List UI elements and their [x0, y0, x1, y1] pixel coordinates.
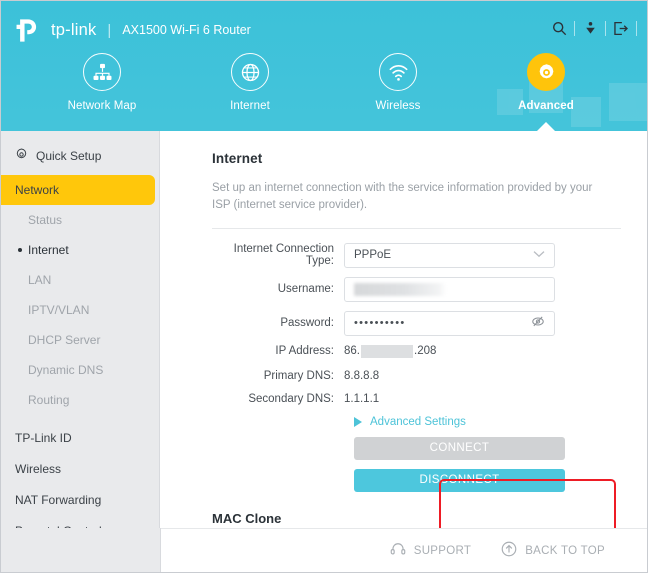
- username-input[interactable]: [344, 276, 555, 302]
- primary-dns-label: Primary DNS:: [263, 369, 334, 382]
- sidebar-item-internet[interactable]: Internet: [1, 235, 159, 265]
- sidebar-item-iptv-vlan[interactable]: IPTV/VLAN: [1, 295, 159, 325]
- sidebar-item-routing[interactable]: Routing: [1, 385, 159, 415]
- advanced-settings-label: Advanced Settings: [370, 415, 466, 428]
- arrow-up-circle-icon: [501, 541, 517, 560]
- sidebar-label: Status: [28, 213, 63, 227]
- brand-name: tp-link: [51, 21, 97, 40]
- divider: [212, 227, 621, 229]
- sidebar-item-wireless[interactable]: Wireless: [1, 453, 159, 484]
- support-button[interactable]: SUPPORT: [390, 542, 471, 559]
- page-title: Internet: [212, 151, 263, 166]
- secondary-dns-value: 1.1.1.1: [344, 392, 380, 405]
- form-row-primary-dns: Primary DNS: 8.8.8.8: [212, 370, 621, 382]
- sidebar-label: Dynamic DNS: [28, 363, 104, 377]
- nav-label: Wireless: [375, 100, 421, 112]
- secondary-dns-label: Secondary DNS:: [248, 392, 334, 405]
- sidebar-item-nat-forwarding[interactable]: NAT Forwarding: [1, 484, 159, 515]
- support-label: SUPPORT: [413, 544, 472, 557]
- app-header: tp-link | AX1500 Wi-Fi 6 Router Network …: [1, 1, 647, 133]
- sidebar-item-lan[interactable]: LAN: [1, 265, 159, 295]
- nav-item-advanced[interactable]: Advanced: [498, 53, 594, 133]
- sidebar-footer-filler: [1, 528, 161, 572]
- main-content: Internet Set up an internet connection w…: [160, 131, 647, 572]
- logout-icon[interactable]: [606, 15, 636, 41]
- nav-item-network-map[interactable]: Network Map: [54, 53, 150, 112]
- sidebar-item-dynamic-dns[interactable]: Dynamic DNS: [1, 355, 159, 385]
- chevron-down-icon: [533, 249, 545, 261]
- brand-separator: |: [107, 22, 112, 39]
- search-icon[interactable]: [544, 15, 574, 41]
- disconnect-button[interactable]: DISCONNECT: [354, 468, 565, 492]
- sidebar-item-status[interactable]: Status: [1, 205, 159, 235]
- sidebar-separator: [1, 415, 159, 422]
- header-icon-group: [544, 15, 637, 41]
- redacted-username: [354, 282, 446, 296]
- mac-clone-title: MAC Clone: [212, 510, 282, 526]
- back-to-top-button[interactable]: BACK TO TOP: [501, 541, 605, 560]
- sidebar-label: Internet: [28, 243, 69, 257]
- connection-type-value: PPPoE: [354, 249, 392, 261]
- nav-item-internet[interactable]: Internet: [202, 53, 298, 112]
- connect-button[interactable]: CONNECT: [354, 436, 565, 460]
- triangle-right-icon: [354, 416, 362, 427]
- form-row-connection-type: Internet Connection Type: PPPoE: [212, 242, 621, 268]
- main-nav: Network Map Internet Wireless Advanced: [1, 53, 647, 133]
- ip-address-label: IP Address:: [275, 345, 334, 357]
- sidebar-label: Routing: [28, 393, 70, 407]
- sidebar-label: DHCP Server: [28, 333, 101, 347]
- connection-type-select[interactable]: PPPoE: [344, 242, 555, 268]
- header-divider: [636, 20, 637, 36]
- sidebar-label: Network: [15, 183, 60, 197]
- form-row-password: Password: ••••••••••: [212, 310, 621, 336]
- quick-setup-icon: [15, 148, 28, 164]
- username-label: Username:: [277, 283, 334, 295]
- form-row-secondary-dns: Secondary DNS: 1.1.1.1: [212, 393, 621, 405]
- nav-item-wireless[interactable]: Wireless: [350, 53, 446, 112]
- sidebar-item-quick-setup[interactable]: Quick Setup: [1, 141, 159, 171]
- form-row-username: Username:: [212, 276, 621, 302]
- sidebar-label: Quick Setup: [36, 149, 102, 163]
- network-map-icon: [83, 53, 121, 91]
- redacted-ip-octets: [361, 344, 413, 358]
- sidebar-label: IPTV/VLAN: [28, 303, 90, 317]
- password-value: ••••••••••: [354, 317, 406, 329]
- sidebar-label: Wireless: [15, 461, 62, 476]
- app-body: Quick Setup Network Status Internet LAN …: [1, 131, 647, 572]
- eye-off-icon[interactable]: [531, 316, 545, 331]
- headset-icon: [390, 542, 406, 559]
- dns-section: Primary DNS: 8.8.8.8 Secondary DNS: 1.1.…: [212, 370, 621, 405]
- page-description: Set up an internet connection with the s…: [212, 182, 593, 212]
- form-row-ip-address: IP Address: 86. .208: [212, 344, 621, 358]
- download-icon[interactable]: [575, 15, 605, 41]
- gear-icon: [527, 53, 565, 91]
- device-model: AX1500 Wi-Fi 6 Router: [122, 23, 251, 38]
- sidebar-item-tp-link-id[interactable]: TP-Link ID: [1, 422, 159, 453]
- nav-label: Advanced: [518, 100, 574, 112]
- wifi-icon: [379, 53, 417, 91]
- globe-icon: [231, 53, 269, 91]
- connection-type-label: Internet Connection Type:: [233, 243, 334, 267]
- back-to-top-label: BACK TO TOP: [525, 544, 605, 557]
- brand: tp-link | AX1500 Wi-Fi 6 Router: [15, 17, 251, 44]
- password-label: Password:: [280, 317, 334, 329]
- router-admin-window: tp-link | AX1500 Wi-Fi 6 Router Network …: [0, 0, 648, 573]
- password-input[interactable]: ••••••••••: [344, 310, 555, 336]
- sidebar: Quick Setup Network Status Internet LAN …: [1, 131, 160, 572]
- nav-label: Network Map: [67, 100, 137, 112]
- ip-suffix: .208: [414, 345, 437, 357]
- advanced-settings-toggle[interactable]: Advanced Settings: [354, 416, 466, 428]
- tp-link-logo-icon: [15, 17, 42, 44]
- primary-dns-value: 8.8.8.8: [344, 369, 380, 382]
- sidebar-label: NAT Forwarding: [15, 492, 102, 507]
- sidebar-group-network[interactable]: Network: [1, 175, 155, 205]
- nav-label: Internet: [230, 100, 270, 112]
- ip-prefix: 86.: [344, 345, 360, 357]
- sidebar-item-dhcp-server[interactable]: DHCP Server: [1, 325, 159, 355]
- sidebar-label: LAN: [28, 273, 52, 287]
- sidebar-label: TP-Link ID: [15, 430, 72, 445]
- app-footer: SUPPORT BACK TO TOP: [161, 528, 647, 572]
- ip-address-value: 86. .208: [344, 344, 555, 358]
- internet-form: Internet Connection Type: PPPoE Username…: [212, 242, 621, 492]
